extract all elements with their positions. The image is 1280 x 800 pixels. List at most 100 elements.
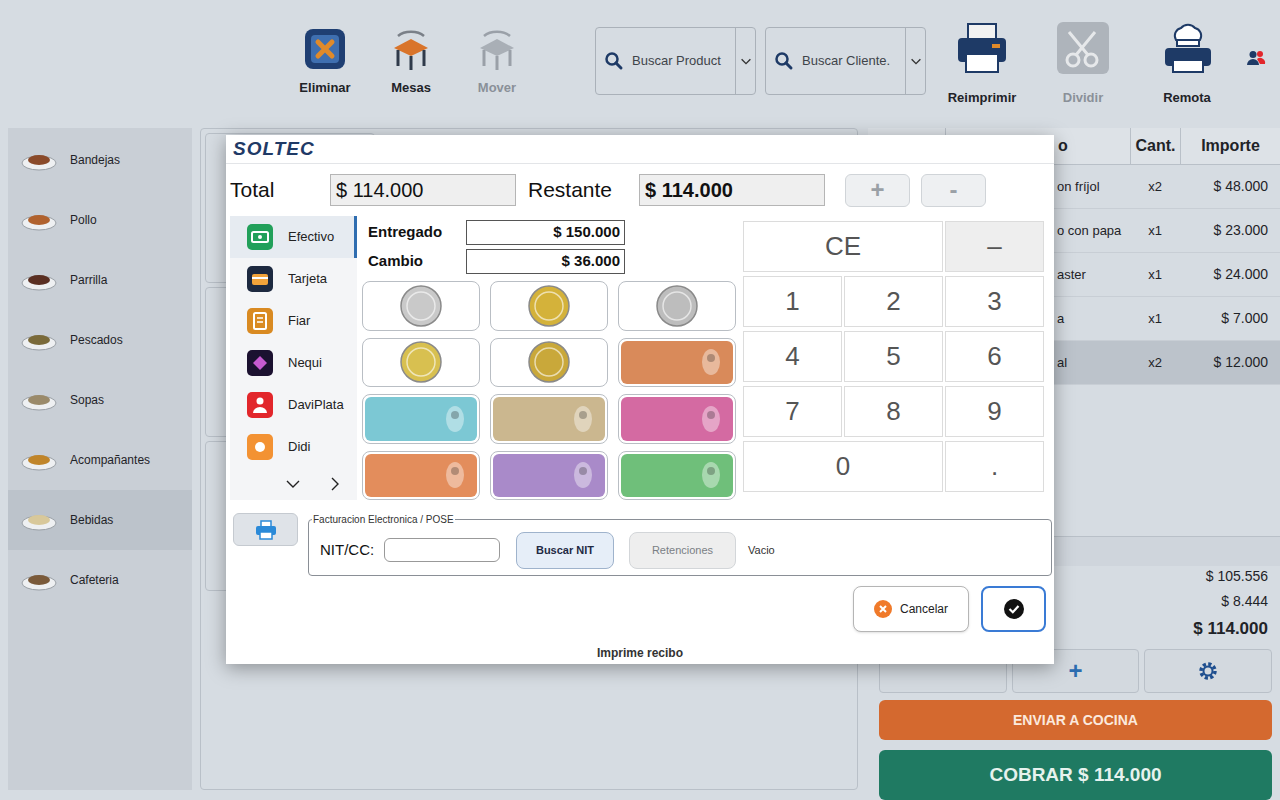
bill-image	[493, 397, 605, 441]
payment-method[interactable]: Didi	[230, 426, 357, 468]
person-icon	[247, 392, 273, 418]
denomination-button[interactable]	[618, 451, 736, 501]
category-item[interactable]: Cafeteria	[8, 550, 192, 610]
search-input[interactable]	[802, 51, 905, 71]
denomination-button[interactable]	[362, 281, 480, 331]
toolbar-action[interactable]: Reimprimir	[937, 0, 1027, 108]
dish-icon	[20, 508, 58, 532]
settings-button[interactable]	[1144, 649, 1272, 693]
category-item[interactable]: Acompañantes	[8, 430, 192, 490]
keypad-key[interactable]: 0	[743, 441, 943, 492]
keypad-key[interactable]: 4	[743, 331, 842, 382]
denomination-button[interactable]	[618, 394, 736, 444]
invoice-status: Vacio	[748, 542, 775, 559]
denomination-button[interactable]	[362, 338, 480, 388]
icon-slot	[20, 268, 58, 292]
category-item[interactable]: Sopas	[8, 370, 192, 430]
portrait-icon	[699, 460, 723, 490]
denomination-button[interactable]	[618, 338, 736, 388]
icon-slot	[20, 328, 58, 352]
payment-dialog: SOLTECTotal$ 114.000Restante$ 114.000+-E…	[226, 135, 1054, 664]
denomination-button[interactable]	[618, 281, 736, 331]
method-label: Efectivo	[288, 227, 334, 247]
invoice-row: Facturacion Electronica / POSENIT/CC:Bus…	[226, 500, 1054, 576]
icon-slot	[20, 508, 58, 532]
dropdown-button[interactable]	[905, 28, 925, 94]
search-nit-button[interactable]: Buscar NIT	[516, 532, 614, 569]
toolbar-label: Mesas	[391, 78, 431, 98]
payment-method[interactable]: Tarjeta	[230, 258, 357, 300]
payment-method[interactable]: Nequi	[230, 342, 357, 384]
portrait-icon	[443, 460, 467, 490]
dropdown-button[interactable]	[735, 28, 755, 94]
payment-method[interactable]: Efectivo	[230, 216, 357, 258]
icon-slot	[571, 460, 595, 490]
keypad-key[interactable]: 2	[844, 276, 943, 327]
icon-slot	[443, 404, 467, 434]
scroll-right-button[interactable]	[327, 476, 343, 492]
category-item[interactable]: Bandejas	[8, 130, 192, 190]
keypad-key[interactable]: 6	[945, 331, 1044, 382]
cancel-label: Cancelar	[900, 600, 948, 618]
denominations-grid	[362, 281, 736, 500]
confirm-button[interactable]	[981, 586, 1046, 632]
amount-cell: $ 7.000	[1180, 308, 1280, 329]
nit-input[interactable]	[384, 538, 500, 562]
denomination-button[interactable]	[490, 338, 608, 388]
invoice-legend: Facturacion Electronica / POSE	[312, 512, 455, 527]
keypad-key[interactable]: CE	[743, 221, 943, 272]
dish-icon	[20, 208, 58, 232]
toolbar-button[interactable]: Mover	[454, 0, 540, 98]
charge-button[interactable]: COBRAR $ 114.000	[879, 750, 1272, 800]
denomination-button[interactable]	[490, 281, 608, 331]
print-button[interactable]	[233, 513, 298, 546]
keypad-key[interactable]: –	[945, 221, 1044, 272]
payment-method[interactable]: DaviPlata	[230, 384, 357, 426]
keypad-grid: CE– 123 456 7890.	[743, 221, 1044, 492]
search-combo[interactable]	[765, 27, 926, 95]
payment-method[interactable]: Fiar	[230, 300, 357, 342]
portrait-icon	[443, 404, 467, 434]
toolbar-action[interactable]: Dividir	[1038, 0, 1128, 108]
scroll-down-button[interactable]	[285, 476, 301, 492]
category-item[interactable]: Pollo	[8, 190, 192, 250]
keypad-key[interactable]: 7	[743, 386, 842, 437]
minus-button[interactable]: -	[921, 174, 986, 207]
coin-icon	[655, 284, 699, 328]
plus-button[interactable]: +	[845, 174, 910, 207]
category-item[interactable]: Pescados	[8, 310, 192, 370]
keypad-key[interactable]: 8	[844, 386, 943, 437]
search-combo[interactable]	[595, 27, 756, 95]
user-button[interactable]	[1245, 0, 1267, 66]
icon-slot	[655, 284, 699, 328]
icon-slot	[20, 388, 58, 412]
icon-slot	[247, 266, 273, 292]
qty-cell: x1	[1130, 309, 1180, 329]
keypad-key[interactable]: 5	[844, 331, 943, 382]
total-label: Total	[230, 174, 330, 206]
toolbar-button[interactable]: Mesas	[368, 0, 454, 98]
toolbar-label: Remota	[1163, 88, 1211, 108]
portrait-icon	[699, 404, 723, 434]
icon-slot	[954, 20, 1010, 76]
category-item[interactable]: Bebidas	[8, 490, 192, 550]
toolbar-action[interactable]: Remota	[1142, 0, 1232, 108]
toolbar-button[interactable]: Eliminar	[282, 0, 368, 98]
denomination-button[interactable]	[490, 394, 608, 444]
icon-slot	[388, 26, 434, 72]
search-input[interactable]	[632, 51, 735, 71]
delivered-field[interactable]: $ 150.000	[466, 220, 625, 245]
cancel-button[interactable]: Cancelar	[853, 586, 969, 632]
keypad-key[interactable]: 9	[945, 386, 1044, 437]
retentions-button[interactable]: Retenciones	[629, 532, 736, 569]
denomination-button[interactable]	[490, 451, 608, 501]
category-item[interactable]: Parrilla	[8, 250, 192, 310]
denomination-button[interactable]	[362, 451, 480, 501]
keypad-key[interactable]: 1	[743, 276, 842, 327]
keypad-key[interactable]: .	[945, 441, 1044, 492]
amount-cell: $ 12.000	[1180, 352, 1280, 373]
keypad-key[interactable]: 3	[945, 276, 1044, 327]
category-label: Pollo	[70, 211, 97, 229]
send-kitchen-button[interactable]: ENVIAR A COCINA	[879, 700, 1272, 740]
denomination-button[interactable]	[362, 394, 480, 444]
